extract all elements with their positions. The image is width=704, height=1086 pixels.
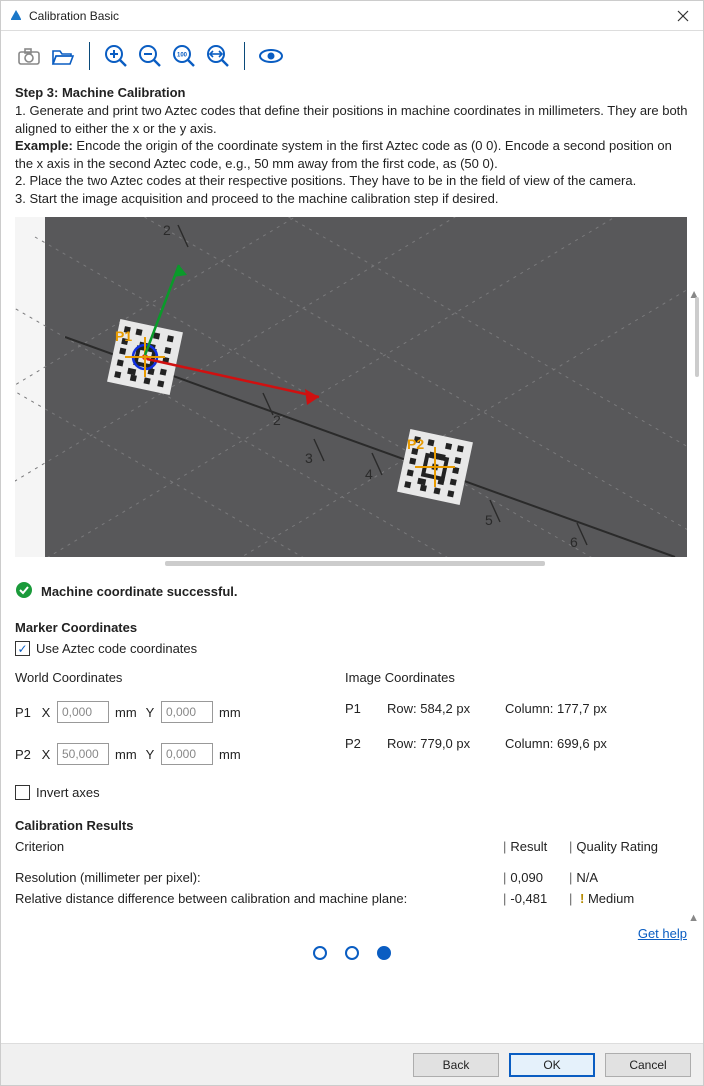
svg-text:2: 2 [273,412,281,428]
example-label: Example: [15,138,73,153]
toolbar-separator [244,42,245,70]
p1-image-row: P1 Row: 584,2 px Column: 177,7 px [345,701,689,716]
content-area: Step 3: Machine Calibration 1. Generate … [1,71,703,1043]
use-aztec-label: Use Aztec code coordinates [36,641,197,656]
results-table: Criterion |Result |Quality Rating Resolu… [15,839,689,906]
results-header-quality: |Quality Rating [569,839,689,854]
axis-y-label: Y [145,747,155,762]
vertical-scrollbar[interactable] [695,297,699,377]
status-row: Machine coordinate successful. [15,581,689,602]
p2-label: P2 [15,747,35,762]
back-button[interactable]: Back [413,1053,499,1077]
p1-x-input[interactable] [57,701,109,723]
p2-row-value: Row: 779,0 px [387,736,487,751]
axis-x-label: X [41,747,51,762]
use-aztec-checkbox[interactable]: ✓ [15,641,30,656]
unit-label: mm [115,705,139,720]
quality-cell: | ! Medium [569,891,689,906]
folder-open-icon[interactable] [49,42,77,70]
invert-axes-label: Invert axes [36,785,100,800]
p1-label: P1 [15,705,35,720]
results-row: Resolution (millimeter per pixel): |0,09… [15,870,689,885]
svg-text:3: 3 [305,450,313,466]
window-title: Calibration Basic [29,9,669,23]
results-header-criterion: Criterion [15,839,503,854]
quality-cell: |N/A [569,870,689,885]
criterion-cell: Resolution (millimeter per pixel): [15,870,503,885]
results-row: Relative distance difference between cal… [15,891,689,906]
unit-label: mm [219,747,243,762]
world-coords-title: World Coordinates [15,670,295,685]
p2-y-input[interactable] [161,743,213,765]
result-cell: |-0,481 [503,891,569,906]
p1-row-value: Row: 584,2 px [387,701,487,716]
p2-label: P2 [345,736,369,751]
results-section-title: Calibration Results [15,818,689,833]
zoom-in-icon[interactable] [102,42,130,70]
p1-label: P1 [115,328,132,344]
ok-button[interactable]: OK [509,1053,595,1077]
step-dot-2[interactable] [345,946,359,960]
svg-text:100: 100 [177,53,188,59]
step-indicator [313,946,391,960]
instructions: 1. Generate and print two Aztec codes th… [15,102,689,207]
svg-text:4: 4 [365,466,373,482]
step-dot-3[interactable] [377,946,391,960]
step-title: Step 3: Machine Calibration [15,85,689,100]
eye-icon[interactable] [257,42,285,70]
instruction-line-3: 3. Start the image acquisition and proce… [15,190,689,208]
p2-label: P2 [407,436,424,452]
example-text: Encode the origin of the coordinate syst… [15,138,672,171]
zoom-out-icon[interactable] [136,42,164,70]
camera-icon[interactable] [15,42,43,70]
get-help-link[interactable]: Get help [638,926,687,941]
axis-x-label: X [41,705,51,720]
image-viewer[interactable]: 2 1 2 3 4 5 6 [15,217,687,557]
titlebar: Calibration Basic [1,1,703,31]
button-bar: Back OK Cancel [1,1043,703,1085]
image-coords-title: Image Coordinates [345,670,689,685]
results-header-result: |Result [503,839,569,854]
zoom-100-icon[interactable]: 100 [170,42,198,70]
step-dot-1[interactable] [313,946,327,960]
horizontal-scrollbar[interactable] [165,561,545,566]
marker-section-title: Marker Coordinates [15,620,689,635]
app-icon [9,7,23,24]
cancel-button[interactable]: Cancel [605,1053,691,1077]
svg-text:2: 2 [163,222,171,238]
toolbar-separator [89,42,90,70]
p1-y-input[interactable] [161,701,213,723]
warning-icon: ! [576,891,588,906]
instruction-line-1: 1. Generate and print two Aztec codes th… [15,102,689,137]
window-close-button[interactable] [669,2,697,30]
collapse-caret-icon[interactable]: ▲ [688,912,699,924]
success-icon [15,581,33,602]
instruction-line-2: 2. Place the two Aztec codes at their re… [15,172,689,190]
result-cell: |0,090 [503,870,569,885]
p1-col-value: Column: 177,7 px [505,701,607,716]
p2-world-row: P2 X mm Y mm [15,743,295,765]
instruction-example: Example: Encode the origin of the coordi… [15,137,689,172]
p2-x-input[interactable] [57,743,109,765]
invert-axes-checkbox[interactable] [15,785,30,800]
zoom-fit-icon[interactable] [204,42,232,70]
status-text: Machine coordinate successful. [41,584,238,599]
unit-label: mm [219,705,243,720]
p1-world-row: P1 X mm Y mm [15,701,295,723]
toolbar: 100 [1,31,703,71]
svg-text:6: 6 [570,534,578,550]
axis-y-label: Y [145,705,155,720]
p1-label: P1 [345,701,369,716]
svg-text:5: 5 [485,512,493,528]
p2-image-row: P2 Row: 779,0 px Column: 699,6 px [345,736,689,751]
p2-col-value: Column: 699,6 px [505,736,607,751]
criterion-cell: Relative distance difference between cal… [15,891,503,906]
unit-label: mm [115,747,139,762]
